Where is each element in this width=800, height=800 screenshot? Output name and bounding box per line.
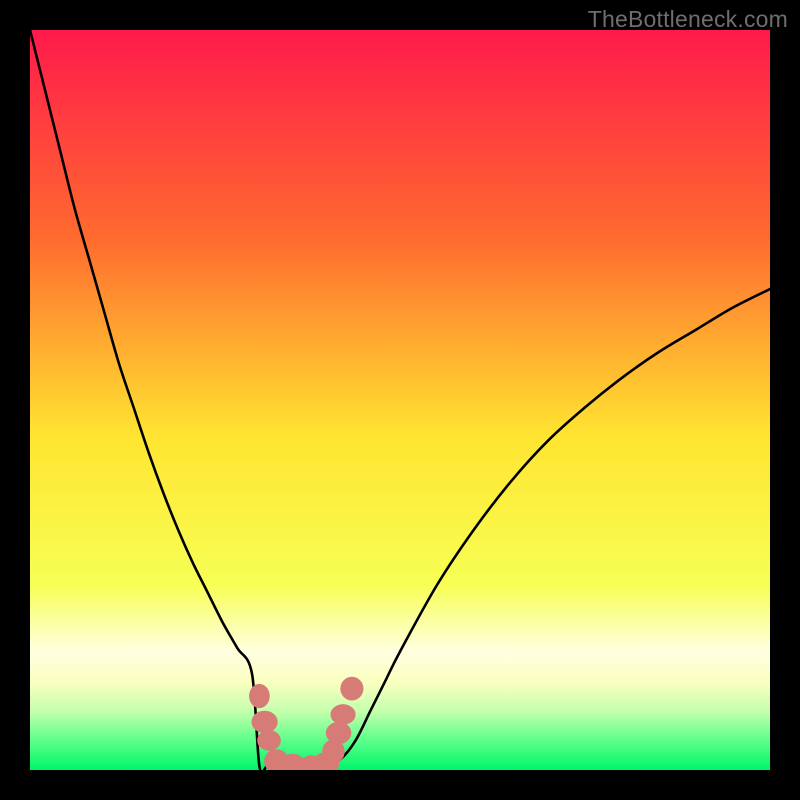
curve-marker	[326, 722, 351, 744]
watermark-text: TheBottleneck.com	[588, 6, 788, 33]
chart-frame: TheBottleneck.com	[0, 0, 800, 800]
curve-marker	[330, 704, 355, 725]
plot-area	[30, 30, 770, 770]
chart-svg	[30, 30, 770, 770]
gradient-background	[30, 30, 770, 770]
curve-marker	[249, 684, 270, 708]
curve-marker	[257, 730, 281, 751]
curve-marker	[340, 677, 363, 701]
curve-marker	[251, 711, 277, 733]
